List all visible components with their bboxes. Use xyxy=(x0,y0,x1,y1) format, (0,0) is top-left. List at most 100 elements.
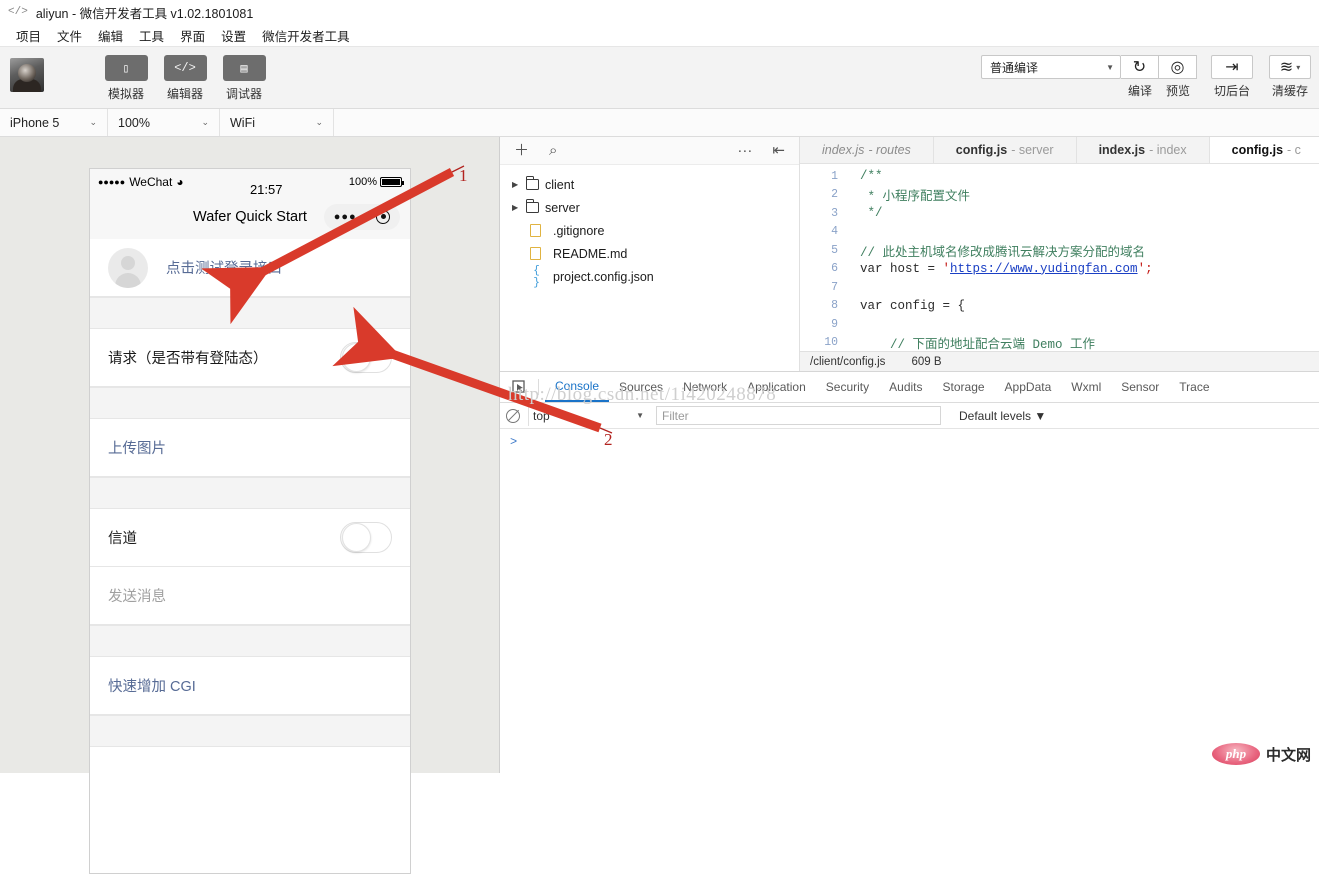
login-test-cell[interactable]: 点击测试登录接口 xyxy=(90,239,410,297)
line-number: 10 xyxy=(824,336,838,350)
chevron-down-icon: ▼ xyxy=(636,411,644,420)
user-avatar[interactable] xyxy=(10,58,44,92)
list-gap xyxy=(90,715,410,747)
line-text: * 小程序配置文件 xyxy=(860,190,971,205)
background-button-wrap: ⇥ 切后台 xyxy=(1211,55,1253,99)
window-titlebar: </> aliyun - 微信开发者工具 v1.02.1801081 xyxy=(0,0,1319,24)
compile-button[interactable]: ↻ xyxy=(1121,55,1159,79)
console-context-value: top xyxy=(533,408,550,423)
collapse-panel-icon[interactable]: ⇤ xyxy=(772,143,785,158)
console-levels-select[interactable]: Default levels ▼ xyxy=(959,409,1046,423)
console-filter-input[interactable]: Filter xyxy=(656,406,941,425)
preview-button-wrap: ◎ 预览 xyxy=(1159,55,1197,99)
editor-tab-index-routes[interactable]: index.js - routes xyxy=(800,137,934,163)
line-text: var host = 'https://www.yudingfan.com'; xyxy=(860,261,1153,276)
channel-label: 信道 xyxy=(108,531,137,547)
tree-item-server[interactable]: ▶ server xyxy=(500,196,799,219)
view-toggle-group: ▯ 模拟器 </> 编辑器 ▤ 调试器 xyxy=(104,55,266,102)
console-output[interactable]: > xyxy=(500,429,1319,773)
code-line: 1 /** xyxy=(800,167,1319,186)
menu-item-edit[interactable]: 编辑 xyxy=(90,24,131,47)
add-cgi-cell[interactable]: 快速增加 CGI xyxy=(90,657,410,715)
menu-item-tools[interactable]: 工具 xyxy=(131,24,172,47)
clear-console-icon[interactable] xyxy=(506,408,520,423)
line-text: var config = { xyxy=(860,298,966,313)
editor-tab-config-server[interactable]: config.js - server xyxy=(934,137,1077,163)
code-line: 5 // 此处主机域名修改成腾讯云解决方案分配的域名 xyxy=(800,241,1319,260)
channel-cell[interactable]: 信道 xyxy=(90,509,410,567)
upload-image-cell[interactable]: 上传图片 xyxy=(90,419,410,477)
tab-filename: index.js xyxy=(1098,143,1146,157)
device-network-select[interactable]: WiFi ⌄ xyxy=(220,109,334,136)
line-text: // 下面的地址配合云端 Demo 工作 xyxy=(860,338,1096,351)
switch-background-button[interactable]: ⇥ xyxy=(1211,55,1253,79)
compile-label: 编译 xyxy=(1127,84,1152,98)
line-text: /** xyxy=(860,169,883,184)
chevron-right-icon[interactable]: ▶ xyxy=(512,203,520,212)
devtools-tab-wxml[interactable]: Wxml xyxy=(1061,372,1111,402)
more-icon[interactable]: ··· xyxy=(737,143,752,158)
devtools-tab-application[interactable]: Application xyxy=(737,372,816,402)
toggle-knob xyxy=(342,343,371,372)
url-link[interactable]: https://www.yudingfan.com xyxy=(950,262,1138,276)
file-tree: ▶ client ▶ server .gitignore README.md {… xyxy=(500,165,799,289)
file-explorer-toolbar: ＋ ⌕ ··· ⇤ xyxy=(500,137,799,165)
devtools-tab-trace[interactable]: Trace xyxy=(1169,372,1219,402)
preview-label: 预览 xyxy=(1165,84,1190,98)
tab-filename: config.js xyxy=(1231,143,1284,157)
menubar: 项目 文件 编辑 工具 界面 设置 微信开发者工具 xyxy=(0,24,1319,47)
main-area: ●●●●● WeChat ◕ 21:57 100% Wafer Quick St… xyxy=(0,137,1319,874)
code-line: 2 * 小程序配置文件 xyxy=(800,186,1319,205)
tab-filename: config.js xyxy=(955,143,1008,157)
editor-tab-config-client[interactable]: config.js - c xyxy=(1209,137,1319,163)
devtools-tab-storage[interactable]: Storage xyxy=(933,372,995,402)
line-number: 5 xyxy=(831,243,838,257)
search-icon[interactable]: ⌕ xyxy=(549,143,557,158)
device-model-select[interactable]: iPhone 5 ⌄ xyxy=(0,109,108,136)
devtools-tab-console[interactable]: Console xyxy=(545,372,610,402)
device-scale-select[interactable]: 100% ⌄ xyxy=(108,109,220,136)
devtools-tab-security[interactable]: Security xyxy=(816,372,879,402)
channel-toggle[interactable] xyxy=(340,522,392,553)
device-network-value: WiFi xyxy=(230,115,255,130)
statusbar-right: 100% xyxy=(349,176,404,188)
clear-cache-button[interactable]: ≋ ▾ xyxy=(1269,55,1311,79)
menu-item-file[interactable]: 文件 xyxy=(49,24,90,47)
phone-frame: ●●●●● WeChat ◕ 21:57 100% Wafer Quick St… xyxy=(89,168,411,874)
menu-item-project[interactable]: 项目 xyxy=(8,24,49,47)
compile-mode-select[interactable]: 普通编译 ▼ xyxy=(981,55,1121,79)
chevron-right-icon[interactable]: ▶ xyxy=(512,180,520,189)
request-session-cell[interactable]: 请求（是否带有登陆态） xyxy=(90,329,410,387)
toggle-debugger-button[interactable]: ▤ 调试器 xyxy=(222,55,266,102)
tree-item-readme[interactable]: README.md xyxy=(500,242,799,265)
toggle-simulator-button[interactable]: ▯ 模拟器 xyxy=(104,55,148,102)
code-line: 7 xyxy=(800,278,1319,297)
devtools-tab-appdata[interactable]: AppData xyxy=(995,372,1062,402)
chevron-down-icon: ⌄ xyxy=(201,117,209,127)
tree-item-project-config[interactable]: { } project.config.json xyxy=(500,265,799,289)
folder-icon xyxy=(525,176,539,190)
menu-item-settings[interactable]: 设置 xyxy=(213,24,254,47)
menu-item-devtool[interactable]: 微信开发者工具 xyxy=(254,24,358,47)
plus-icon[interactable]: ＋ xyxy=(514,143,529,158)
list-gap xyxy=(90,387,410,419)
simulator-pane: ●●●●● WeChat ◕ 21:57 100% Wafer Quick St… xyxy=(0,137,500,874)
devtools-tab-network[interactable]: Network xyxy=(673,372,737,402)
toggle-editor-button[interactable]: </> 编辑器 xyxy=(163,55,207,102)
editor-tab-index-index[interactable]: index.js - index xyxy=(1077,137,1210,163)
filter-placeholder: Filter xyxy=(662,408,689,423)
file-icon xyxy=(530,247,541,260)
wechat-capsule[interactable]: ●●● xyxy=(324,204,400,230)
tree-item-gitignore[interactable]: .gitignore xyxy=(500,219,799,242)
menu-item-interface[interactable]: 界面 xyxy=(172,24,213,47)
request-session-toggle[interactable] xyxy=(340,342,392,373)
console-context-select[interactable]: top ▼ xyxy=(528,405,648,426)
tree-item-client[interactable]: ▶ client xyxy=(500,173,799,196)
devtools-tab-sources[interactable]: Sources xyxy=(609,372,673,402)
code-editor[interactable]: 1 /** 2 * 小程序配置文件 3 */ 4 5 // 此处主机域名修改成腾讯云… xyxy=(800,164,1319,351)
devtools-tab-sensor[interactable]: Sensor xyxy=(1111,372,1169,402)
send-message-cell[interactable]: 发送消息 xyxy=(90,567,410,625)
preview-button[interactable]: ◎ xyxy=(1159,55,1197,79)
inspect-element-icon[interactable] xyxy=(506,376,532,398)
devtools-tab-audits[interactable]: Audits xyxy=(879,372,932,402)
